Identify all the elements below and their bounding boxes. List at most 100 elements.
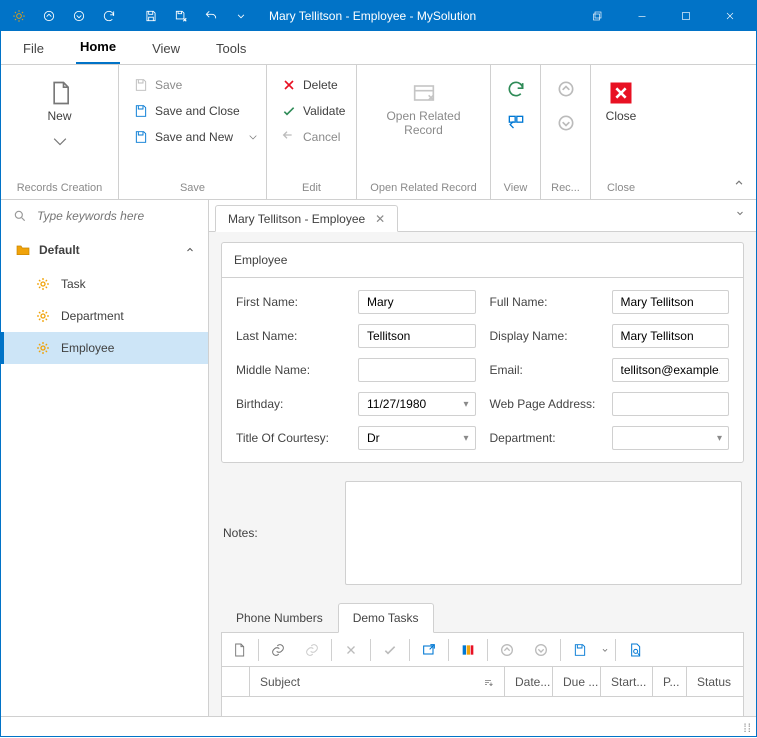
tab-phone-numbers[interactable]: Phone Numbers <box>221 603 338 633</box>
unlink-icon[interactable] <box>295 633 329 667</box>
chevron-up-icon <box>184 244 196 256</box>
nav-item-department[interactable]: Department <box>1 300 208 332</box>
save-and-new-button[interactable]: Save and New <box>129 127 265 147</box>
title-bar: Mary Tellitson - Employee - MySolution <box>1 1 756 31</box>
sort-icon <box>482 676 494 688</box>
save-item-icon[interactable] <box>563 633 597 667</box>
search-input[interactable] <box>35 208 196 224</box>
sub-tabs: Phone Numbers Demo Tasks <box>221 603 744 633</box>
tab-demo-tasks[interactable]: Demo Tasks <box>338 603 434 633</box>
circle-up-icon[interactable] <box>556 79 576 99</box>
save-and-close-button[interactable]: Save and Close <box>129 101 265 121</box>
cancel-label: Cancel <box>303 130 340 144</box>
col-p[interactable]: P... <box>653 667 687 696</box>
minimize-button[interactable] <box>620 1 664 31</box>
nav-group-default[interactable]: Default <box>1 232 208 268</box>
display-name-label: Display Name: <box>490 329 598 343</box>
search-icon <box>13 208 27 224</box>
open-related-record-button[interactable]: Open Related Record <box>380 71 468 146</box>
close-button[interactable] <box>708 1 752 31</box>
resize-grip-icon[interactable]: ⁞⁞ <box>743 721 752 735</box>
cancel-button[interactable]: Cancel <box>277 127 349 147</box>
undo-icon[interactable] <box>197 2 225 30</box>
title-courtesy-label: Title Of Courtesy: <box>236 431 344 445</box>
chevron-down-icon[interactable]: ▾ <box>463 399 468 410</box>
new-item-icon[interactable] <box>222 633 256 667</box>
validate-button[interactable]: Validate <box>277 101 349 121</box>
middle-name-field[interactable] <box>358 358 476 382</box>
col-due[interactable]: Due ... <box>553 667 601 696</box>
last-name-field[interactable] <box>358 324 476 348</box>
layout-icon[interactable] <box>506 113 526 133</box>
close-record-button[interactable]: Close <box>599 71 643 132</box>
col-subject[interactable]: Subject <box>250 667 505 696</box>
tab-view[interactable]: View <box>148 33 184 64</box>
notes-label: Notes: <box>223 526 331 540</box>
group-view: View <box>491 177 540 199</box>
chevron-down-icon[interactable]: ▾ <box>463 433 468 444</box>
next-icon[interactable] <box>524 633 558 667</box>
window-overlap-icon[interactable] <box>576 1 620 31</box>
email-field[interactable] <box>612 358 730 382</box>
preview-icon[interactable] <box>618 633 652 667</box>
col-status[interactable]: Status <box>687 667 743 696</box>
link-icon[interactable] <box>261 633 295 667</box>
qat-circle-up-icon[interactable] <box>35 2 63 30</box>
document-tab[interactable]: Mary Tellitson - Employee ✕ <box>215 205 398 232</box>
chevron-down-icon[interactable]: ▾ <box>717 433 722 444</box>
webpage-field[interactable] <box>612 392 730 416</box>
tab-home[interactable]: Home <box>76 31 120 64</box>
tasks-toolbar <box>222 633 743 667</box>
nav-item-task[interactable]: Task <box>1 268 208 300</box>
new-button[interactable]: New <box>16 71 104 163</box>
save-and-new-label: Save and New <box>155 130 233 144</box>
nav-item-employee[interactable]: Employee <box>1 332 208 364</box>
full-name-field[interactable] <box>612 290 730 314</box>
save-item-dropdown-icon[interactable] <box>597 633 613 667</box>
tab-dropdown-icon[interactable] <box>734 207 746 222</box>
maximize-button[interactable] <box>664 1 708 31</box>
ribbon-collapse-icon[interactable] <box>732 176 746 193</box>
col-blank[interactable] <box>222 667 250 696</box>
delete-button[interactable]: Delete <box>277 75 349 95</box>
delete-item-icon[interactable] <box>334 633 368 667</box>
circle-down-icon[interactable] <box>556 113 576 133</box>
display-name-field[interactable] <box>612 324 730 348</box>
prev-icon[interactable] <box>490 633 524 667</box>
birthday-label: Birthday: <box>236 397 344 411</box>
birthday-field[interactable]: ▾ <box>358 392 476 416</box>
chevron-down-icon <box>46 127 74 155</box>
columns-icon[interactable] <box>451 633 485 667</box>
refresh-icon[interactable] <box>506 79 526 99</box>
status-bar: ⁞⁞ <box>1 716 756 738</box>
group-open-related: Open Related Record <box>357 177 490 199</box>
refresh-icon[interactable] <box>95 2 123 30</box>
notes-field[interactable] <box>345 481 742 585</box>
first-name-field[interactable] <box>358 290 476 314</box>
employee-panel: Employee First Name: Full Name: Last Nam… <box>221 242 744 463</box>
close-tab-icon[interactable]: ✕ <box>375 212 385 226</box>
col-start[interactable]: Start... <box>601 667 653 696</box>
group-rec: Rec... <box>541 177 590 199</box>
gear-icon[interactable] <box>5 2 33 30</box>
full-name-label: Full Name: <box>490 295 598 309</box>
open-record-icon[interactable] <box>412 633 446 667</box>
save-button[interactable]: Save <box>129 75 265 95</box>
nav-item-task-label: Task <box>61 277 86 291</box>
qat-dropdown-icon[interactable] <box>227 2 255 30</box>
save-icon[interactable] <box>137 2 165 30</box>
col-date[interactable]: Date... <box>505 667 553 696</box>
search-box[interactable] <box>1 200 208 232</box>
save-close-icon[interactable] <box>167 2 195 30</box>
department-field[interactable]: ▾ <box>612 426 730 450</box>
qat-circle-down-icon[interactable] <box>65 2 93 30</box>
tab-file[interactable]: File <box>19 33 48 64</box>
save-and-close-label: Save and Close <box>155 104 240 118</box>
tab-tools[interactable]: Tools <box>212 33 250 64</box>
save-label: Save <box>155 78 182 92</box>
group-save: Save <box>119 177 266 199</box>
title-courtesy-field[interactable]: ▾ <box>358 426 476 450</box>
navigation-sidebar: Default Task Department Employee <box>1 200 209 716</box>
last-name-label: Last Name: <box>236 329 344 343</box>
check-icon[interactable] <box>373 633 407 667</box>
